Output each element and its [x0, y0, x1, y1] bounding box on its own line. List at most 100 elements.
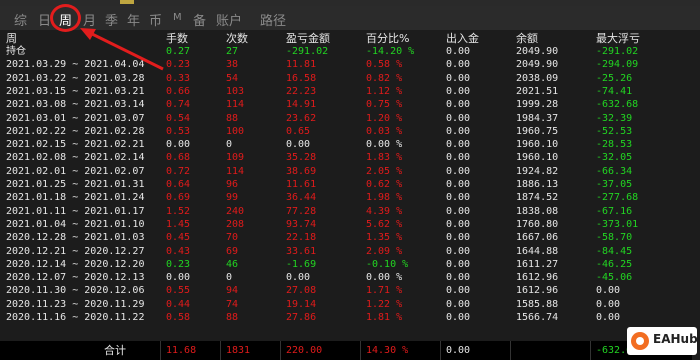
tab-path[interactable]: 路径: [260, 10, 286, 29]
tab-week[interactable]: 周: [59, 10, 72, 29]
total-pnl: 220.00: [286, 345, 323, 356]
row-trades: 54: [226, 72, 239, 84]
tab-day[interactable]: 日: [38, 10, 51, 29]
table-row[interactable]: 2020.12.21 ~ 2020.12.27 0.43 69 33.61 2.09 %…: [0, 245, 700, 258]
row-trades: 0: [226, 139, 233, 151]
row-pnl: 27.08: [286, 285, 317, 297]
row-period: 2021.01.18 ~ 2021.01.24: [6, 192, 145, 204]
row-pnl: -1.69: [286, 258, 317, 270]
row-period: 2021.02.08 ~ 2021.02.14: [6, 152, 145, 164]
row-pnl: 11.81: [286, 59, 317, 71]
table-row[interactable]: 2020.11.16 ~ 2020.11.22 0.58 88 27.86 1.81 %…: [0, 311, 700, 324]
row-pnl: 19.14: [286, 298, 317, 310]
row-percent: 0.75 %: [366, 99, 403, 111]
tab-account[interactable]: 账户: [216, 10, 242, 29]
row-lots: 0.23: [166, 258, 191, 270]
table-row[interactable]: 2021.01.25 ~ 2021.01.31 0.64 96 11.61 0.62 %…: [0, 178, 700, 191]
tab-currency[interactable]: 币: [149, 10, 162, 29]
row-lots: 1.52: [166, 205, 191, 217]
table-row[interactable]: 2021.02.22 ~ 2021.02.28 0.53 100 0.65 0.03 %…: [0, 125, 700, 138]
row-balance: 2021.51: [516, 85, 559, 97]
row-max-drawdown: -373.01: [596, 218, 639, 230]
table-row[interactable]: 2021.03.08 ~ 2021.03.14 0.74 114 14.91 0.75 …: [0, 98, 700, 111]
row-period: 2021.03.08 ~ 2021.03.14: [6, 99, 145, 111]
row-percent: 0.00 %: [366, 139, 403, 151]
row-percent: 0.00 %: [366, 272, 403, 284]
tab-bar: 综 日 周 月 季 年 币 M 备 账户 路径: [0, 6, 700, 30]
row-balance: 2049.90: [516, 46, 559, 57]
header-balance[interactable]: 余额: [516, 32, 538, 45]
row-trades: 74: [226, 298, 239, 310]
row-pnl: 23.62: [286, 112, 317, 124]
row-max-drawdown: -67.16: [596, 205, 633, 217]
table-row[interactable]: 2020.12.28 ~ 2021.01.03 0.45 70 22.18 1.35 %…: [0, 231, 700, 244]
row-max-drawdown: -32.05: [596, 152, 633, 164]
row-lots: 0.23: [166, 59, 191, 71]
header-trades[interactable]: 次数: [226, 32, 248, 45]
table-row[interactable]: 2021.02.08 ~ 2021.02.14 0.68 109 35.28 1.83 …: [0, 151, 700, 164]
row-trades: 103: [226, 85, 245, 97]
eahub-watermark: EAHub: [627, 327, 698, 355]
row-flow: 0.00: [446, 139, 471, 151]
row-percent: 0.03 %: [366, 125, 403, 137]
row-trades: 240: [226, 205, 245, 217]
row-flow: 0.00: [446, 99, 471, 111]
table-row[interactable]: 2021.03.29 ~ 2021.04.04 0.23 38 11.81 0.58 %…: [0, 58, 700, 71]
row-pnl: 0.65: [286, 125, 311, 137]
tab-notes[interactable]: 备: [193, 10, 206, 29]
row-period: 2021.02.15 ~ 2021.02.21: [6, 139, 145, 151]
vertical-scrollbar[interactable]: [692, 30, 700, 360]
row-percent: 1.71 %: [366, 285, 403, 297]
header-pnl[interactable]: 盈亏金额: [286, 32, 330, 45]
row-trades: 208: [226, 218, 245, 230]
row-lots: 0.44: [166, 298, 191, 310]
table-row[interactable]: 2021.02.15 ~ 2021.02.21 0.00 0 0.00 0.00 % 0.…: [0, 138, 700, 151]
header-percent[interactable]: 百分比%: [366, 32, 409, 45]
table-row[interactable]: 2021.03.22 ~ 2021.03.28 0.33 54 16.58 0.82 %…: [0, 72, 700, 85]
row-max-drawdown: -58.70: [596, 232, 633, 244]
table-row[interactable]: 2021.01.18 ~ 2021.01.24 0.69 99 36.44 1.98 %…: [0, 191, 700, 204]
total-divider: [220, 341, 221, 360]
row-trades: 38: [226, 59, 239, 71]
table-row[interactable]: 2021.03.15 ~ 2021.03.21 0.66 103 22.23 1.12 …: [0, 85, 700, 98]
table-row[interactable]: 2020.11.30 ~ 2020.12.06 0.55 94 27.08 1.71 %…: [0, 284, 700, 297]
tab-summary[interactable]: 综: [14, 10, 27, 29]
row-period: 持仓: [6, 46, 26, 57]
header-max-drawdown[interactable]: 最大浮亏: [596, 32, 640, 45]
tab-year[interactable]: 年: [127, 10, 140, 29]
total-divider: [360, 341, 361, 360]
row-balance: 1838.08: [516, 205, 559, 217]
row-trades: 88: [226, 112, 239, 124]
table-row[interactable]: 2020.12.07 ~ 2020.12.13 0.00 0 0.00 0.00 % 0.…: [0, 271, 700, 284]
total-label: 合计: [104, 344, 126, 357]
header-deposit-withdraw[interactable]: 出入金: [446, 32, 479, 45]
row-max-drawdown: -46.25: [596, 258, 633, 270]
header-period[interactable]: 周: [6, 32, 17, 45]
row-max-drawdown: -52.53: [596, 125, 633, 137]
row-trades: 27: [226, 46, 239, 57]
tab-quarter[interactable]: 季: [105, 10, 118, 29]
row-period: 2020.11.23 ~ 2020.11.29: [6, 298, 145, 310]
row-flow: 0.00: [446, 165, 471, 177]
row-pnl: -291.02: [286, 46, 329, 57]
table-row[interactable]: 2021.03.01 ~ 2021.03.07 0.54 88 23.62 1.20 %…: [0, 112, 700, 125]
table-row[interactable]: 2021.01.11 ~ 2021.01.17 1.52 240 77.28 4.39 …: [0, 205, 700, 218]
tab-m[interactable]: M: [173, 12, 182, 23]
row-balance: 1566.74: [516, 312, 559, 323]
row-pnl: 22.23: [286, 85, 317, 97]
row-lots: 0.69: [166, 192, 191, 204]
table-row[interactable]: 2020.12.14 ~ 2020.12.20 0.23 46 -1.69 -0.10 …: [0, 258, 700, 271]
row-percent: 0.58 %: [366, 59, 403, 71]
row-balance: 1886.13: [516, 179, 559, 190]
table-row[interactable]: 持仓 0.27 27 -291.02 -14.20 % 0.00 2049.90 -291.0…: [0, 45, 700, 58]
row-lots: 0.43: [166, 245, 191, 257]
header-lots[interactable]: 手数: [166, 32, 188, 45]
tab-month[interactable]: 月: [83, 10, 96, 29]
row-flow: 0.00: [446, 245, 471, 257]
row-balance: 1760.80: [516, 218, 559, 230]
row-balance: 1612.96: [516, 272, 559, 284]
row-period: 2021.03.01 ~ 2021.03.07: [6, 112, 145, 124]
table-row[interactable]: 2021.01.04 ~ 2021.01.10 1.45 208 93.74 5.62 …: [0, 218, 700, 231]
table-row[interactable]: 2020.11.23 ~ 2020.11.29 0.44 74 19.14 1.22 %…: [0, 298, 700, 311]
table-row[interactable]: 2021.02.01 ~ 2021.02.07 0.72 114 38.69 2.05 …: [0, 165, 700, 178]
